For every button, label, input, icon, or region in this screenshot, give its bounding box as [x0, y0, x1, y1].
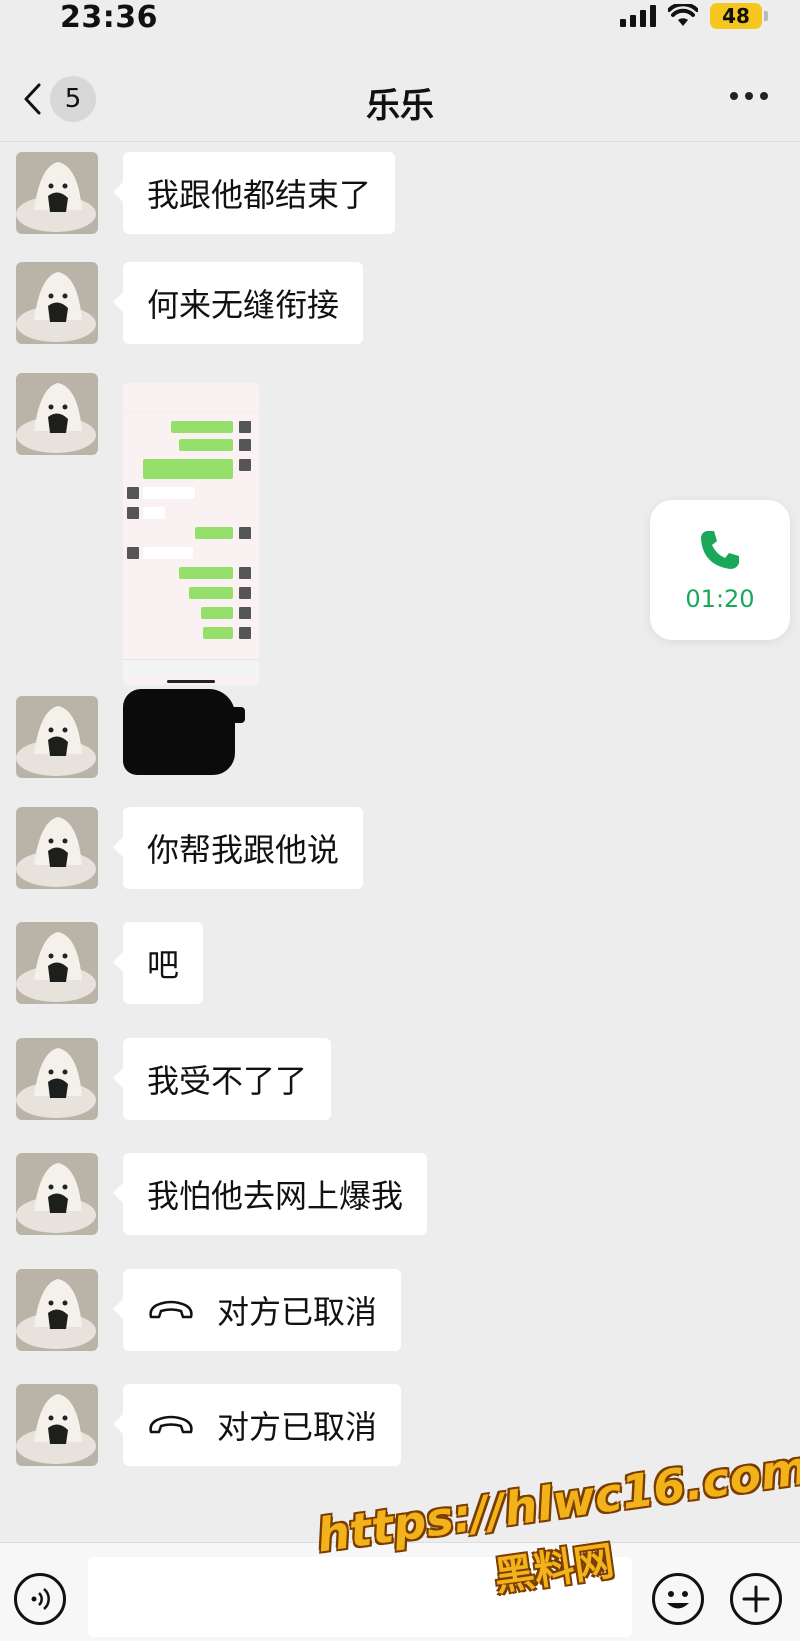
mini-white-bubble: [143, 487, 195, 499]
mini-green-bubble: [201, 607, 233, 619]
call-status-text: 对方已取消: [217, 1408, 378, 1446]
contact-avatar[interactable]: [16, 922, 98, 1004]
mini-green-bubble: [171, 421, 233, 433]
dot: [730, 92, 738, 100]
message-text: 我跟他都结束了: [147, 176, 372, 214]
call-bubble[interactable]: 对方已取消: [112, 1384, 402, 1466]
status-time: 23:36: [60, 0, 158, 35]
call-status-text: 对方已取消: [217, 1293, 378, 1331]
rice-ball-avatar-icon: [16, 1153, 98, 1235]
message-bubble[interactable]: 吧: [112, 922, 204, 1004]
mini-input-bar: [123, 659, 259, 675]
message-list[interactable]: 我跟他都结束了 何来无缝衔接 你帮我跟他说 吧 我受不了了 我怕他去网上爆我 对…: [0, 142, 800, 1542]
wifi-icon: [668, 4, 698, 26]
message-row: 我怕他去网上爆我: [16, 1143, 796, 1235]
message-row: 对方已取消: [16, 1374, 796, 1466]
plus-icon: [742, 1585, 770, 1613]
rice-ball-avatar-icon: [16, 1269, 98, 1351]
floating-call-window[interactable]: 01:20: [650, 500, 790, 640]
chat-header: 5 乐乐: [0, 60, 800, 142]
voice-input-button[interactable]: [14, 1573, 66, 1625]
voice-icon: [31, 1588, 50, 1610]
contact-avatar[interactable]: [16, 1384, 98, 1466]
contact-avatar[interactable]: [16, 1038, 98, 1120]
mini-avatar: [239, 607, 251, 619]
message-row: 我跟他都结束了: [16, 142, 796, 234]
mini-avatar: [127, 547, 139, 559]
phone-icon: [701, 531, 739, 569]
dot: [760, 92, 768, 100]
phone-hangup-icon: [147, 1414, 195, 1436]
contact-avatar[interactable]: [16, 152, 98, 234]
mini-avatar: [239, 627, 251, 639]
mini-green-bubble: [195, 527, 233, 539]
rice-ball-avatar-icon: [16, 696, 98, 778]
message-row: 我受不了了: [16, 1028, 796, 1120]
message-text: 我怕他去网上爆我: [147, 1177, 404, 1215]
message-bubble[interactable]: 我受不了了: [112, 1038, 332, 1120]
message-input[interactable]: [88, 1557, 632, 1637]
dot: [745, 92, 753, 100]
message-bubble[interactable]: 你帮我跟他说: [112, 807, 364, 889]
rice-ball-avatar-icon: [16, 1038, 98, 1120]
message-row: 对方已取消: [16, 1259, 796, 1351]
mini-avatar: [127, 507, 139, 519]
rice-ball-avatar-icon: [16, 373, 98, 455]
mini-green-bubble: [179, 567, 233, 579]
message-bubble[interactable]: 何来无缝衔接: [112, 262, 364, 344]
mini-avatar: [239, 421, 251, 433]
redacted-sticker[interactable]: [123, 689, 245, 775]
input-toolbar: [0, 1542, 800, 1641]
message-bubble[interactable]: 我跟他都结束了: [112, 152, 396, 234]
contact-avatar[interactable]: [16, 1153, 98, 1235]
cellular-signal-icon: [620, 5, 656, 27]
more-options-button[interactable]: [730, 84, 768, 108]
mini-green-bubble: [189, 587, 233, 599]
mini-nav-bar: [123, 399, 259, 413]
mini-white-bubble: [143, 547, 193, 559]
chat-screenshot-image[interactable]: [123, 383, 259, 685]
mini-white-bubble: [143, 507, 165, 519]
message-bubble[interactable]: 我怕他去网上爆我: [112, 1153, 428, 1235]
mini-green-bubble: [179, 439, 233, 451]
more-actions-button[interactable]: [730, 1573, 782, 1625]
mini-status-bar: [123, 383, 259, 399]
message-text: 我受不了了: [147, 1062, 308, 1100]
mini-avatar: [239, 567, 251, 579]
rice-ball-avatar-icon: [16, 922, 98, 1004]
mini-home-indicator: [167, 680, 215, 683]
rice-ball-avatar-icon: [16, 807, 98, 889]
status-icons: 48: [620, 2, 768, 30]
mini-avatar: [239, 459, 251, 471]
mini-avatar: [239, 587, 251, 599]
message-row: 何来无缝衔接: [16, 252, 796, 344]
battery-level: 48: [722, 4, 750, 28]
emoji-button[interactable]: [652, 1573, 704, 1625]
phone-hangup-icon: [147, 1299, 195, 1321]
status-bar: 23:36 48: [0, 0, 800, 48]
message-text: 你帮我跟他说: [147, 831, 340, 869]
message-row: 你帮我跟他说: [16, 797, 796, 889]
message-text: 吧: [147, 946, 180, 984]
call-duration: 01:20: [685, 585, 755, 613]
message-row: 吧: [16, 912, 796, 1004]
contact-avatar[interactable]: [16, 807, 98, 889]
rice-ball-avatar-icon: [16, 1384, 98, 1466]
message-text: 何来无缝衔接: [147, 286, 340, 324]
rice-ball-avatar-icon: [16, 262, 98, 344]
contact-avatar[interactable]: [16, 696, 98, 778]
contact-avatar[interactable]: [16, 373, 98, 455]
contact-avatar[interactable]: [16, 1269, 98, 1351]
mini-avatar: [239, 527, 251, 539]
battery-icon: 48: [710, 3, 768, 29]
mini-green-bubble: [203, 627, 233, 639]
mini-avatar: [239, 439, 251, 451]
rice-ball-avatar-icon: [16, 152, 98, 234]
mini-avatar: [127, 487, 139, 499]
smiley-icon: [667, 1591, 689, 1609]
call-bubble[interactable]: 对方已取消: [112, 1269, 402, 1351]
chat-title: 乐乐: [366, 86, 434, 126]
contact-avatar[interactable]: [16, 262, 98, 344]
mini-green-bubble: [143, 459, 233, 479]
